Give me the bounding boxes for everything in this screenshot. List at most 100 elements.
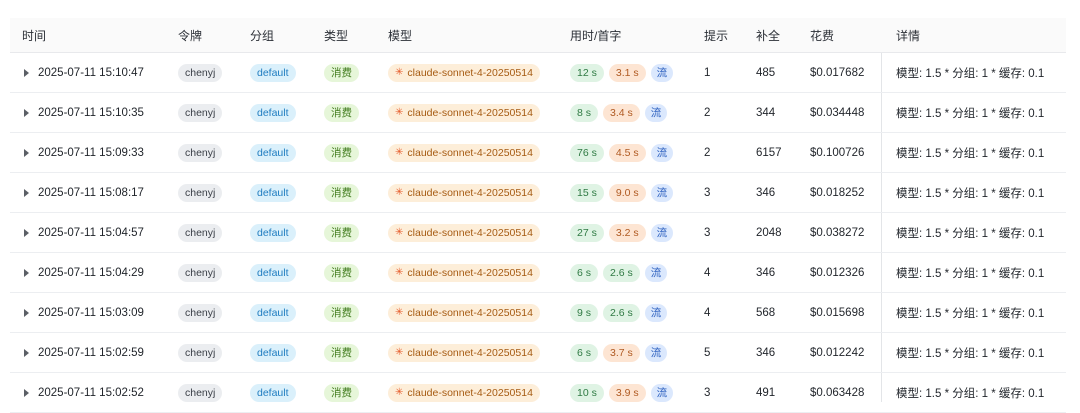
model-tag[interactable]: ✳ claude-sonnet-4-20250514 <box>388 143 540 162</box>
group-tag: default <box>250 63 296 82</box>
header-prompt[interactable]: 提示 <box>704 18 728 52</box>
type-tag: 消费 <box>324 223 359 242</box>
type-cell: 消费 <box>324 333 359 372</box>
usage-log-table: 时间 令牌 分组 类型 模型 用时/首字 提示 补全 花费 详情 2025-07… <box>10 18 1066 413</box>
detail-text: 模型: 1.5 * 分组: 1 * 缓存: 0.1 <box>896 347 1045 360</box>
group-cell: default <box>250 293 296 332</box>
model-cell: ✳ claude-sonnet-4-20250514 <box>388 293 540 332</box>
group-cell: default <box>250 173 296 212</box>
header-group[interactable]: 分组 <box>250 18 274 52</box>
model-tag[interactable]: ✳ claude-sonnet-4-20250514 <box>388 103 540 122</box>
header-detail[interactable]: 详情 <box>896 18 920 52</box>
time-cell[interactable]: 2025-07-11 15:02:52 <box>22 373 144 412</box>
caret-right-icon[interactable] <box>24 348 29 357</box>
first-token-tag: 3.9 s <box>608 383 646 402</box>
usage-cell: 6 s 2.6 s流 <box>570 253 668 292</box>
header-model[interactable]: 模型 <box>388 18 412 52</box>
time-cell[interactable]: 2025-07-11 15:03:09 <box>22 293 144 332</box>
token-tag: chenyj <box>178 303 223 322</box>
time-text: 2025-07-11 15:02:52 <box>38 386 144 399</box>
time-cell[interactable]: 2025-07-11 15:04:57 <box>22 213 144 252</box>
token-cell: chenyj <box>178 293 223 332</box>
model-cell: ✳ claude-sonnet-4-20250514 <box>388 333 540 372</box>
claude-star-icon: ✳ <box>395 386 404 398</box>
cost-value: $0.063428 <box>810 386 865 399</box>
type-cell: 消费 <box>324 253 359 292</box>
cost-value: $0.012326 <box>810 266 865 279</box>
token-cell: chenyj <box>178 53 223 92</box>
usage-cell: 9 s 2.6 s流 <box>570 293 668 332</box>
model-tag[interactable]: ✳ claude-sonnet-4-20250514 <box>388 63 540 82</box>
model-tag[interactable]: ✳ claude-sonnet-4-20250514 <box>388 223 540 242</box>
group-cell: default <box>250 133 296 172</box>
header-token[interactable]: 令牌 <box>178 18 202 52</box>
table-body: 2025-07-11 15:10:47 chenyj default 消费 ✳ claud… <box>10 53 1066 413</box>
time-cell[interactable]: 2025-07-11 15:04:29 <box>22 253 144 292</box>
time-cell[interactable]: 2025-07-11 15:08:17 <box>22 173 144 212</box>
type-cell: 消费 <box>324 373 359 412</box>
table-row[interactable]: 2025-07-11 15:10:47 chenyj default 消费 ✳ claud… <box>10 53 1066 93</box>
model-tag[interactable]: ✳ claude-sonnet-4-20250514 <box>388 343 540 362</box>
model-cell: ✳ claude-sonnet-4-20250514 <box>388 373 540 412</box>
header-cost[interactable]: 花费 <box>810 18 834 52</box>
model-name: claude-sonnet-4-20250514 <box>407 346 533 359</box>
detail-text: 模型: 1.5 * 分组: 1 * 缓存: 0.1 <box>896 387 1045 400</box>
model-tag[interactable]: ✳ claude-sonnet-4-20250514 <box>388 263 540 282</box>
table-row[interactable]: 2025-07-11 15:03:09 chenyj default 消费 ✳ claud… <box>10 293 1066 333</box>
caret-right-icon[interactable] <box>24 188 29 197</box>
group-cell: default <box>250 93 296 132</box>
token-cell: chenyj <box>178 173 223 212</box>
prompt-tokens: 1 <box>704 66 711 79</box>
first-token-tag: 2.6 s <box>603 303 640 322</box>
first-token-tag: 4.5 s <box>608 143 646 162</box>
group-tag: default <box>250 303 296 322</box>
table-row[interactable]: 2025-07-11 15:08:17 chenyj default 消费 ✳ claud… <box>10 173 1066 213</box>
claude-star-icon: ✳ <box>395 346 404 358</box>
caret-right-icon[interactable] <box>24 68 29 77</box>
header-completion[interactable]: 补全 <box>756 18 780 52</box>
table-row[interactable]: 2025-07-11 15:02:52 chenyj default 消费 ✳ claud… <box>10 373 1066 413</box>
time-cell[interactable]: 2025-07-11 15:10:47 <box>22 53 144 92</box>
usage-cell: 12 s 3.1 s流 <box>570 53 674 92</box>
stream-tag: 流 <box>650 143 674 162</box>
caret-right-icon[interactable] <box>24 148 29 157</box>
time-cell[interactable]: 2025-07-11 15:10:35 <box>22 93 144 132</box>
usage-cell: 15 s 9.0 s流 <box>570 173 674 212</box>
completion-tokens: 6157 <box>756 146 782 159</box>
first-token-tag: 3.2 s <box>608 223 646 242</box>
table-row[interactable]: 2025-07-11 15:04:29 chenyj default 消费 ✳ claud… <box>10 253 1066 293</box>
header-usage[interactable]: 用时/首字 <box>570 18 621 52</box>
detail-text: 模型: 1.5 * 分组: 1 * 缓存: 0.1 <box>896 147 1045 160</box>
header-type[interactable]: 类型 <box>324 18 348 52</box>
usage-cell: 27 s 3.2 s流 <box>570 213 674 252</box>
claude-star-icon: ✳ <box>395 226 404 238</box>
model-tag[interactable]: ✳ claude-sonnet-4-20250514 <box>388 183 540 202</box>
detail-text: 模型: 1.5 * 分组: 1 * 缓存: 0.1 <box>896 67 1045 80</box>
caret-right-icon[interactable] <box>24 388 29 397</box>
prompt-tokens: 3 <box>704 386 711 399</box>
use-time-tag: 10 s <box>570 383 604 402</box>
table-row[interactable]: 2025-07-11 15:04:57 chenyj default 消费 ✳ claud… <box>10 213 1066 253</box>
group-tag: default <box>250 343 296 362</box>
table-row[interactable]: 2025-07-11 15:02:59 chenyj default 消费 ✳ claud… <box>10 333 1066 373</box>
model-name: claude-sonnet-4-20250514 <box>407 386 533 399</box>
table-row[interactable]: 2025-07-11 15:09:33 chenyj default 消费 ✳ claud… <box>10 133 1066 173</box>
header-time[interactable]: 时间 <box>22 18 46 52</box>
stream-tag: 流 <box>650 183 674 202</box>
model-tag[interactable]: ✳ claude-sonnet-4-20250514 <box>388 383 540 402</box>
time-cell[interactable]: 2025-07-11 15:02:59 <box>22 333 144 372</box>
caret-right-icon[interactable] <box>24 268 29 277</box>
time-text: 2025-07-11 15:10:47 <box>38 66 144 79</box>
claude-star-icon: ✳ <box>395 146 404 158</box>
group-tag: default <box>250 183 296 202</box>
detail-text: 模型: 1.5 * 分组: 1 * 缓存: 0.1 <box>896 227 1045 240</box>
model-tag[interactable]: ✳ claude-sonnet-4-20250514 <box>388 303 540 322</box>
cost-value: $0.017682 <box>810 66 865 79</box>
time-cell[interactable]: 2025-07-11 15:09:33 <box>22 133 144 172</box>
caret-right-icon[interactable] <box>24 108 29 117</box>
table-row[interactable]: 2025-07-11 15:10:35 chenyj default 消费 ✳ claud… <box>10 93 1066 133</box>
type-tag: 消费 <box>324 343 359 362</box>
caret-right-icon[interactable] <box>24 228 29 237</box>
cost-value: $0.100726 <box>810 146 865 159</box>
caret-right-icon[interactable] <box>24 308 29 317</box>
